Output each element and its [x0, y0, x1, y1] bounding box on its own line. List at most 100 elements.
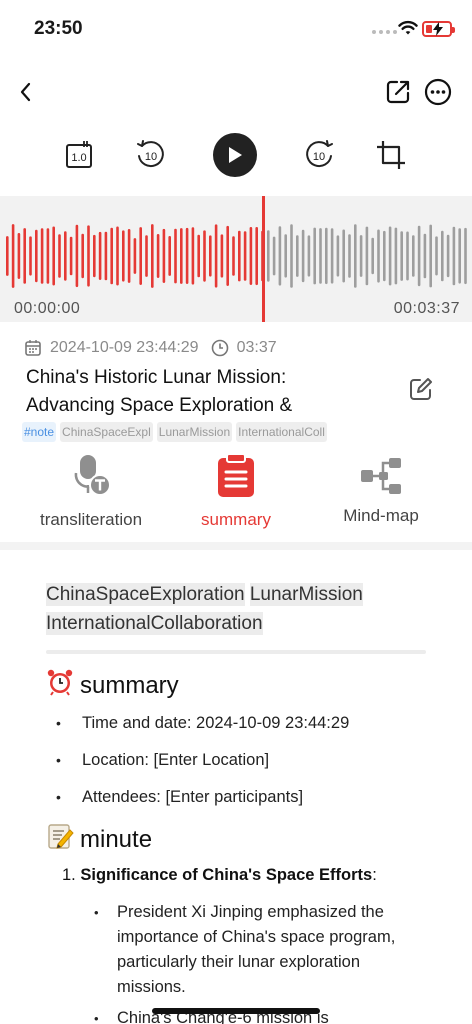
- waveform-bar: [17, 233, 21, 279]
- waveform-bar: [214, 224, 218, 288]
- list-item: Attendees: [Enter participants]: [56, 784, 446, 821]
- waveform-bar: [145, 235, 148, 277]
- more-options-icon[interactable]: [424, 78, 452, 106]
- waveform-bar: [185, 227, 189, 284]
- mind-map-icon: [361, 458, 401, 494]
- play-button[interactable]: [212, 132, 258, 178]
- list-item: Location: [Enter Location]: [56, 747, 446, 784]
- hashtag: ChinaSpaceExploration: [46, 583, 245, 606]
- rewind-icon: 10: [137, 140, 164, 168]
- playhead[interactable]: [262, 196, 265, 322]
- waveform-bar: [464, 227, 467, 285]
- section-divider: [0, 542, 472, 550]
- waveform-bar: [156, 234, 160, 278]
- list-item: Time and date: 2024-10-09 23:44:29: [56, 710, 446, 747]
- export-icon[interactable]: [384, 78, 412, 106]
- playback-speed-button[interactable]: 1.0: [56, 132, 102, 178]
- waveform-bar: [406, 231, 409, 281]
- tag-lunarmission[interactable]: LunarMission: [156, 422, 233, 442]
- waveform-bar: [243, 231, 247, 281]
- waveform-bar: [46, 228, 50, 284]
- tag-chinaspace[interactable]: ChinaSpaceExpl: [60, 422, 153, 442]
- waveform-bar: [429, 224, 432, 288]
- tab-mind-map[interactable]: Mind-map: [306, 452, 456, 526]
- waveform-bar: [365, 226, 369, 286]
- waveform-bar: [348, 234, 351, 278]
- waveform-bar: [151, 224, 154, 288]
- waveform-end-time: 00:03:37: [393, 300, 460, 317]
- summary-heading-text: summary: [80, 671, 179, 699]
- playback-controls: 1.0 10 10: [0, 132, 472, 178]
- waveform-bar: [220, 234, 224, 278]
- waveform-bar: [412, 235, 415, 277]
- waveform-bar: [325, 227, 328, 285]
- waveform-bar: [377, 229, 380, 283]
- summary-list: Time and date: 2024-10-09 23:44:29 Locat…: [56, 710, 446, 821]
- minute-item-number: 1.: [62, 866, 76, 884]
- home-indicator[interactable]: [152, 1008, 320, 1014]
- waveform-bar: [452, 226, 456, 286]
- waveform-bar: [127, 229, 131, 283]
- battery-charging-icon: [422, 21, 455, 37]
- audio-waveform[interactable]: 00:00:00 00:03:37: [0, 196, 472, 322]
- waveform-bar: [162, 228, 166, 283]
- minute-item-1-points: President Xi Jinping emphasized the impo…: [94, 900, 414, 1024]
- waveform-bar: [441, 230, 444, 282]
- waveform-bar: [226, 225, 229, 286]
- tab-transliteration[interactable]: transliteration: [16, 452, 166, 530]
- minute-heading: minute: [46, 822, 152, 857]
- waveform-bar: [336, 235, 340, 277]
- minute-item-title: Significance of China's Space Efforts: [80, 866, 373, 884]
- list-item: President Xi Jinping emphasized the impo…: [94, 900, 414, 1000]
- tab-summary[interactable]: summary: [161, 452, 311, 530]
- tag-international[interactable]: InternationalColl: [236, 422, 327, 442]
- clipboard-list-icon: [218, 453, 254, 497]
- minute-item-1: 1. Significance of China's Space Efforts…: [62, 866, 377, 885]
- waveform-bar: [342, 229, 345, 283]
- waveform-bar: [69, 236, 73, 276]
- edit-icon[interactable]: [408, 376, 434, 402]
- forward-label: 10: [313, 151, 325, 163]
- waveform-bar: [52, 226, 55, 286]
- waveform-bar: [307, 235, 311, 277]
- tag-list: #note ChinaSpaceExpl LunarMission Intern…: [22, 422, 327, 442]
- clock-icon: [211, 339, 228, 357]
- waveform-bar: [168, 236, 171, 276]
- waveform-bar: [174, 228, 177, 284]
- recording-title: China's Historic Lunar Mission: Advancin…: [26, 367, 293, 416]
- summary-heading: summary: [46, 668, 179, 703]
- waveform-bar: [267, 230, 270, 282]
- speed-label: 1.0: [71, 152, 86, 164]
- waveform-bar: [400, 231, 403, 281]
- view-tabs: transliteration summary Mind-map: [0, 452, 472, 548]
- top-navigation: [0, 72, 472, 112]
- waveform-bar: [330, 228, 334, 284]
- waveform-bar: [40, 228, 44, 284]
- waveform-bar: [203, 230, 206, 282]
- play-icon: [213, 133, 257, 177]
- waveform-bar: [423, 233, 427, 279]
- calendar-icon: [25, 340, 41, 356]
- waveform-bar: [35, 229, 38, 283]
- waveform-bar: [110, 227, 113, 285]
- waveform-bar: [319, 228, 322, 284]
- back-chevron-icon[interactable]: [14, 78, 38, 106]
- speech-to-text-icon: [74, 455, 111, 496]
- waveform-bar: [371, 237, 374, 275]
- waveform-bar: [116, 226, 119, 286]
- tab-transliteration-label: transliteration: [39, 510, 143, 529]
- waveform-bar: [191, 227, 195, 285]
- waveform-bar: [446, 234, 450, 278]
- waveform-bar: [98, 231, 102, 280]
- waveform-bar: [75, 224, 79, 288]
- forward-10-button[interactable]: 10: [296, 132, 342, 178]
- waveform-bar: [354, 224, 357, 288]
- tag-note[interactable]: #note: [22, 422, 57, 442]
- recording-meta: 2024-10-09 23:44:29 03:37: [24, 336, 277, 360]
- waveform-bar: [139, 227, 142, 285]
- waveform-bar: [209, 235, 212, 277]
- crop-button[interactable]: [368, 132, 414, 178]
- crop-icon: [377, 141, 405, 169]
- rewind-10-button[interactable]: 10: [128, 132, 174, 178]
- hashtag-line: ChinaSpaceExploration LunarMission Inter…: [46, 580, 426, 638]
